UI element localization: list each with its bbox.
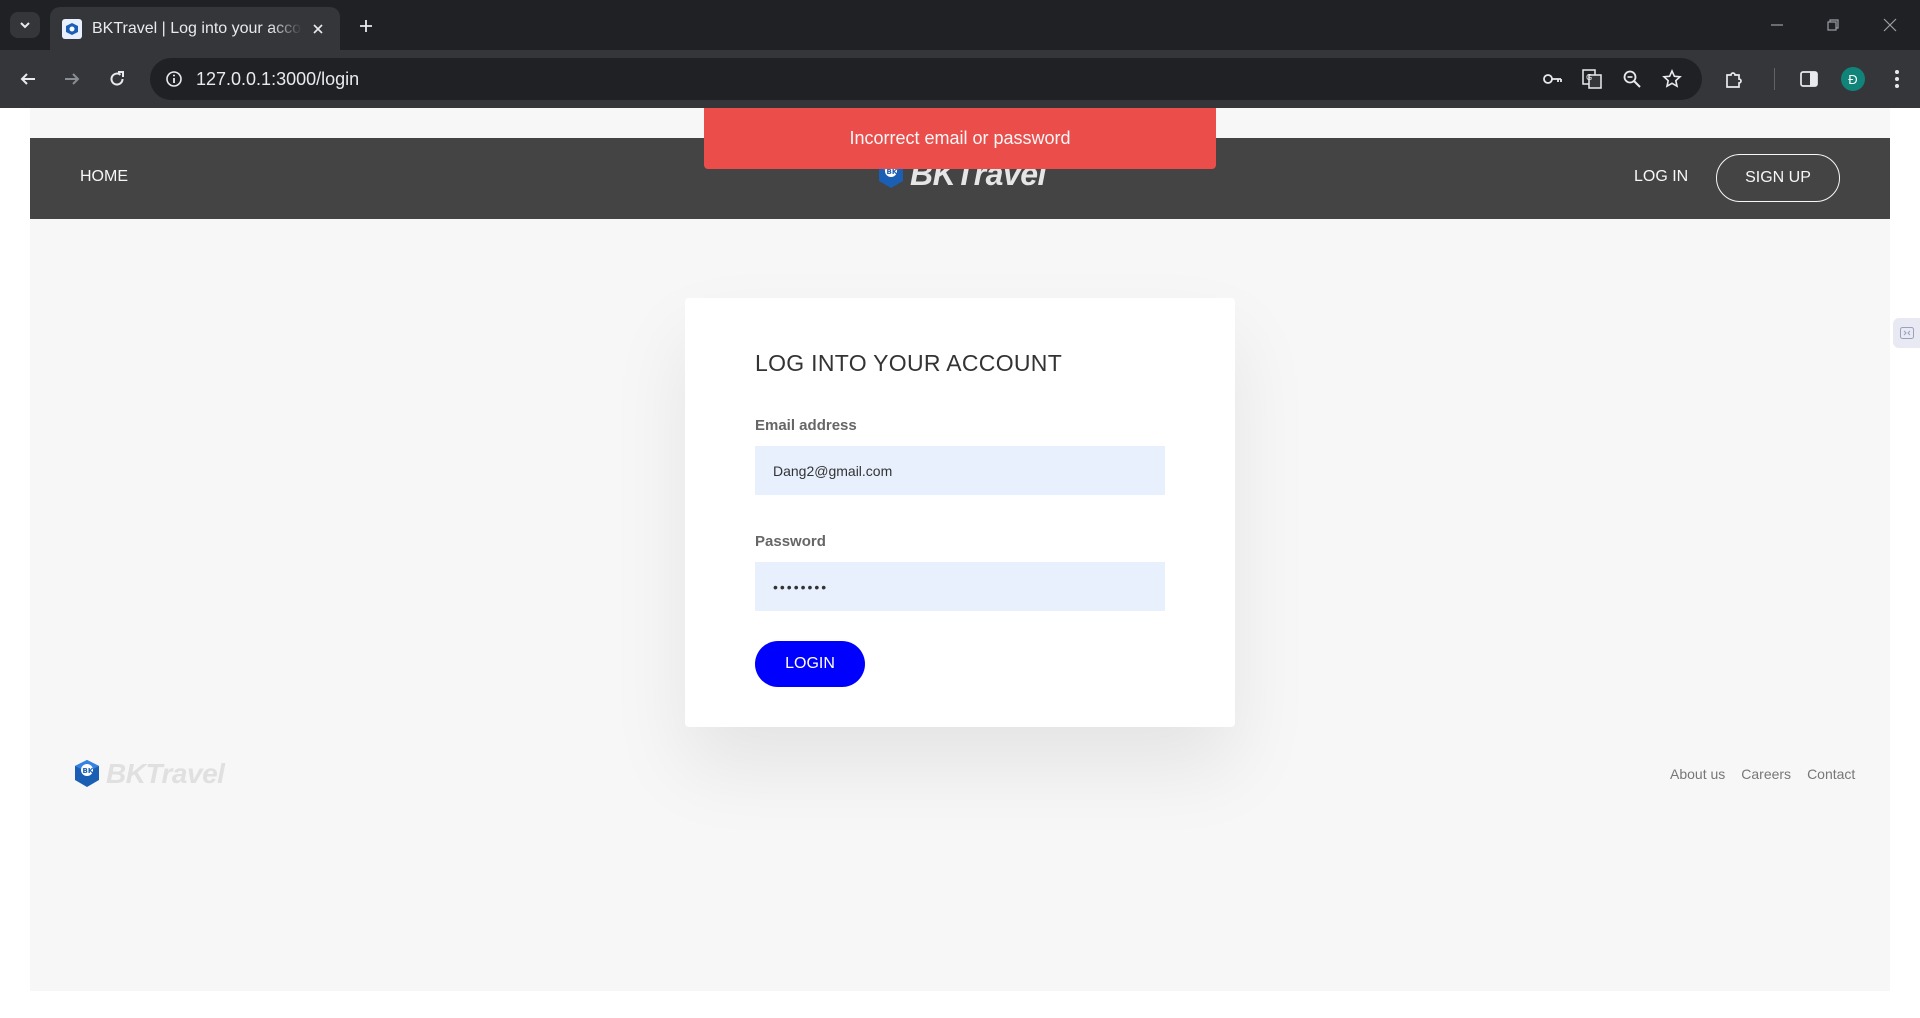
footer-logo[interactable]: BK BKTravel xyxy=(70,758,225,790)
tab-search-dropdown[interactable] xyxy=(10,12,40,38)
restore-button[interactable] xyxy=(1813,10,1853,40)
reload-icon xyxy=(110,71,124,86)
footer-link-contact[interactable]: Contact xyxy=(1807,766,1855,782)
arrow-left-icon xyxy=(20,73,35,85)
tab-bar: BKTravel | Log into your account xyxy=(0,0,1920,50)
profile-avatar[interactable]: Đ xyxy=(1841,67,1865,91)
bookmark-star-icon[interactable] xyxy=(1660,67,1684,91)
toolbar-divider xyxy=(1774,68,1775,90)
zoom-icon[interactable] xyxy=(1620,67,1644,91)
error-alert: Incorrect email or password xyxy=(704,108,1216,169)
email-label: Email address xyxy=(755,417,857,434)
form-title: LOG INTO YOUR ACCOUNT xyxy=(755,350,1063,376)
back-button[interactable] xyxy=(13,64,43,94)
minimize-icon xyxy=(1771,24,1783,26)
browser-tab[interactable]: BKTravel | Log into your account xyxy=(50,7,340,50)
browser-toolbar: 127.0.0.1:3000/login G Đ xyxy=(0,50,1920,108)
side-panel-icon[interactable] xyxy=(1797,67,1821,91)
plus-icon xyxy=(360,20,372,32)
arrow-right-icon xyxy=(65,73,80,85)
page-body: HOME BK BKTravel LOG IN SIGN UP LOG INTO… xyxy=(30,108,1890,991)
nav-home-link[interactable]: HOME xyxy=(80,168,128,186)
forward-button[interactable] xyxy=(57,64,87,94)
password-label: Password xyxy=(755,533,826,550)
chevron-down-icon xyxy=(20,22,30,29)
password-field[interactable]: •••••••• xyxy=(755,562,1165,611)
site-info-icon[interactable] xyxy=(160,65,188,93)
svg-text:G: G xyxy=(1586,73,1592,82)
tab-title: BKTravel | Log into your account xyxy=(92,19,302,37)
side-extension-tab[interactable] xyxy=(1893,318,1920,348)
login-card: LOG INTO YOUR ACCOUNT Email address Dang… xyxy=(685,298,1235,727)
footer-links: About us Careers Contact xyxy=(1670,766,1855,782)
expand-icon xyxy=(1899,327,1914,339)
nav-login-link[interactable]: LOG IN xyxy=(1634,168,1688,186)
footer-link-careers[interactable]: Careers xyxy=(1741,766,1791,782)
email-field[interactable]: Dang2@gmail.com xyxy=(755,446,1165,495)
address-bar[interactable]: 127.0.0.1:3000/login G xyxy=(150,58,1702,100)
close-icon xyxy=(1883,18,1897,32)
close-window-button[interactable] xyxy=(1870,10,1910,40)
favicon-icon xyxy=(62,18,82,39)
footer-brand-name: BKTravel xyxy=(106,758,225,789)
nav-signup-button[interactable]: SIGN UP xyxy=(1716,154,1840,202)
new-tab-button[interactable] xyxy=(352,12,380,40)
footer-logo-icon: BK xyxy=(75,760,99,787)
url-text[interactable]: 127.0.0.1:3000/login xyxy=(196,69,359,90)
footer-link-about[interactable]: About us xyxy=(1670,766,1725,782)
more-menu-icon[interactable] xyxy=(1885,67,1909,91)
svg-text:BK: BK xyxy=(83,767,94,775)
reload-button[interactable] xyxy=(102,64,132,94)
close-tab-icon[interactable] xyxy=(308,19,328,39)
minimize-button[interactable] xyxy=(1757,10,1797,40)
login-button[interactable]: LOGIN xyxy=(755,641,865,687)
restore-icon xyxy=(1827,19,1839,31)
extensions-icon[interactable] xyxy=(1722,67,1746,91)
key-icon[interactable] xyxy=(1540,67,1564,91)
translate-icon[interactable]: G xyxy=(1580,67,1604,91)
